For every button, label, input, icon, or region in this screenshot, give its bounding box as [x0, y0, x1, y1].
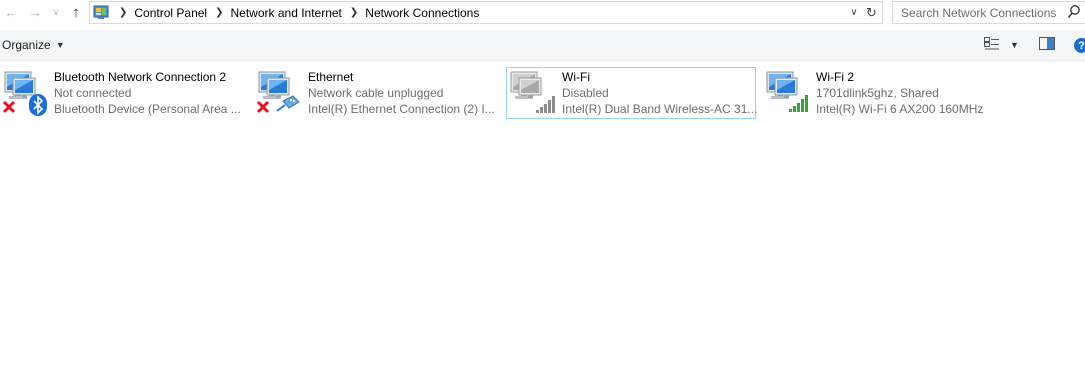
view-details-icon [984, 36, 1000, 54]
gray-signal-bars-icon [535, 94, 557, 117]
connection-status: Not connected [54, 86, 132, 100]
connection-text: Wi-Fi 2 1701dlink5ghz, Shared Intel(R) W… [816, 69, 983, 117]
connection-name: Ethernet [308, 70, 354, 84]
organize-label: Organize [2, 38, 51, 52]
connection-tile-ethernet[interactable]: Ethernet Network cable unplugged Intel(R… [254, 67, 504, 119]
red-x-icon [256, 100, 270, 117]
ethernet-plug-icon [275, 95, 301, 116]
bluetooth-icon [28, 94, 48, 119]
connection-status: Network cable unplugged [308, 86, 444, 100]
back-arrow-icon[interactable]: ← [2, 3, 20, 21]
connection-text: Ethernet Network cable unplugged Intel(R… [308, 69, 495, 117]
up-arrow-icon[interactable]: ↑ [67, 3, 85, 21]
preview-pane-button[interactable] [1039, 36, 1055, 54]
connection-device: Intel(R) Ethernet Connection (2) I... [308, 102, 495, 116]
connection-text: Wi-Fi Disabled Intel(R) Dual Band Wirele… [562, 69, 757, 117]
connection-device: Intel(R) Dual Band Wireless-AC 31... [562, 102, 758, 116]
address-bar-row: ← → ∨ ↑ ❯ Control Panel ❯ Network and In… [0, 0, 1085, 25]
organize-button[interactable]: Organize ▼ [2, 38, 65, 52]
search-box[interactable] [892, 1, 1085, 24]
command-bar: Organize ▼ ▼ ? [0, 30, 1085, 61]
search-input[interactable] [901, 5, 1061, 20]
connection-tile-bluetooth[interactable]: Bluetooth Network Connection 2 Not conne… [0, 67, 250, 119]
breadcrumb-separator-icon: ❯ [215, 7, 224, 18]
recent-locations-chevron-icon[interactable]: ∨ [47, 3, 65, 21]
forward-arrow-icon[interactable]: → [26, 3, 44, 21]
address-dropdown-icon[interactable]: ∨ [846, 2, 862, 23]
breadcrumb-control-panel[interactable]: Control Panel [134, 6, 207, 20]
connection-name: Bluetooth Network Connection 2 [54, 70, 227, 84]
breadcrumb-separator-icon: ❯ [349, 7, 359, 18]
connection-name: Wi-Fi [562, 70, 590, 84]
chevron-down-icon: ▼ [55, 40, 65, 50]
change-view-button[interactable]: ▼ [984, 36, 1019, 54]
connection-device: Bluetooth Device (Personal Area ... [54, 102, 241, 116]
connection-status: 1701dlink5ghz, Shared [816, 86, 939, 100]
connection-tile-wifi[interactable]: Wi-Fi Disabled Intel(R) Dual Band Wirele… [506, 67, 757, 119]
connection-status: Disabled [562, 86, 609, 100]
connection-text: Bluetooth Network Connection 2 Not conne… [54, 69, 241, 117]
green-signal-bars-icon [788, 93, 810, 116]
preview-pane-icon [1039, 36, 1055, 54]
address-box[interactable]: ❯ Control Panel ❯ Network and Internet ❯… [89, 1, 863, 24]
breadcrumb-network-connections[interactable]: Network Connections [365, 6, 479, 20]
search-icon[interactable] [1067, 4, 1081, 20]
help-icon[interactable]: ? [1074, 38, 1085, 53]
refresh-icon[interactable]: ↻ [861, 1, 883, 24]
control-panel-icon [93, 5, 111, 21]
breadcrumb-separator-icon: ❯ [119, 7, 128, 18]
red-x-icon [2, 100, 16, 117]
connection-device: Intel(R) Wi-Fi 6 AX200 160MHz [816, 102, 984, 116]
connection-name: Wi-Fi 2 [816, 70, 854, 84]
chevron-down-icon: ▼ [1010, 40, 1019, 50]
connection-tile-wifi-2[interactable]: Wi-Fi 2 1701dlink5ghz, Shared Intel(R) W… [762, 67, 1012, 119]
breadcrumb-network-and-internet[interactable]: Network and Internet [231, 6, 342, 20]
